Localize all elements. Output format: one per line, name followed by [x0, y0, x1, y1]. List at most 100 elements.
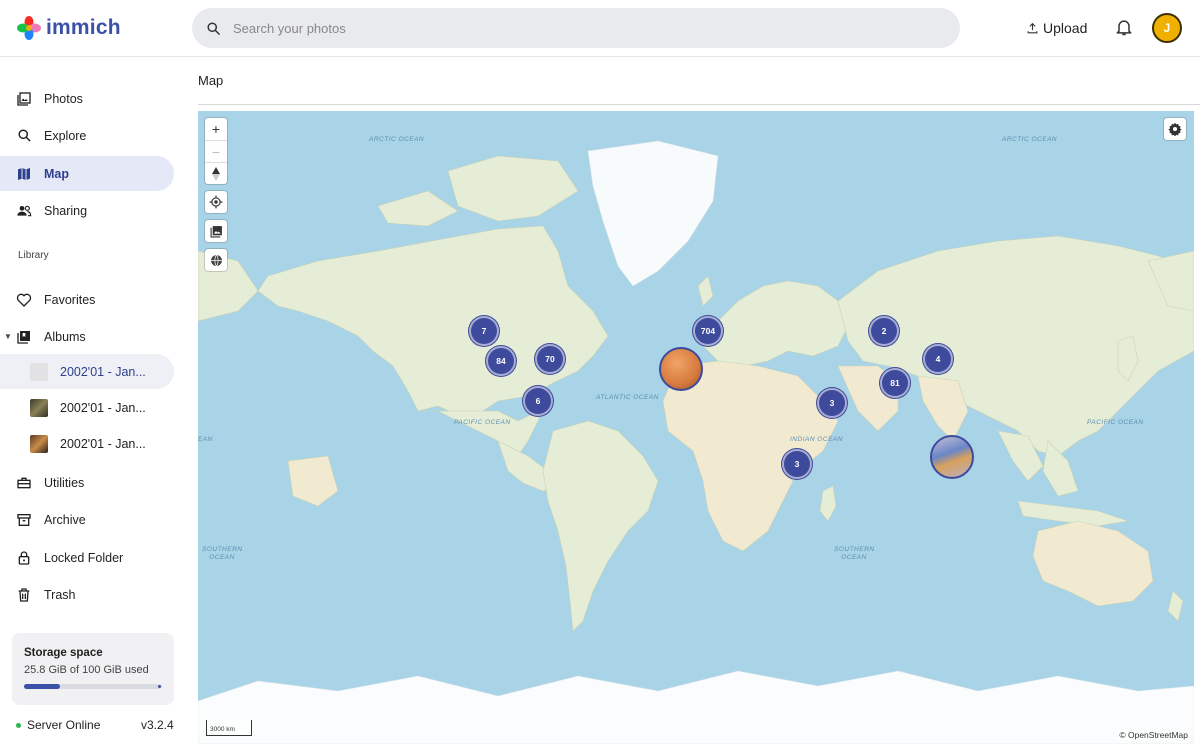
sidebar-item-archive[interactable]: Archive	[0, 502, 174, 537]
archive-icon	[16, 512, 32, 528]
photo-cluster[interactable]: 3	[782, 449, 812, 479]
library-section-label: Library	[18, 250, 49, 261]
trash-icon	[16, 587, 32, 603]
album-label: 2002'01 - Jan...	[60, 364, 146, 379]
search-icon	[16, 128, 32, 144]
storage-progress-bar	[24, 684, 162, 689]
globe-control	[205, 249, 227, 271]
sidebar-item-label: Archive	[44, 512, 86, 527]
ocean-label: SOUTHERN OCEAN	[834, 546, 875, 561]
location-icon	[209, 195, 223, 209]
photos-icon	[16, 91, 32, 107]
album-icon	[16, 329, 32, 345]
geolocate-control	[205, 191, 227, 213]
sidebar-item-label: Explore	[44, 128, 87, 143]
photo-cluster[interactable]: 4	[923, 344, 953, 374]
map-scale: 3000 km	[206, 720, 252, 736]
search-input[interactable]	[233, 20, 913, 36]
ocean-label: ARCTIC OCEAN	[1002, 136, 1058, 143]
photos-toggle-button[interactable]	[205, 220, 227, 242]
sidebar-item-map[interactable]: Map	[0, 156, 174, 191]
search-bar[interactable]	[192, 8, 960, 48]
page-title: Map	[198, 73, 224, 88]
photo-cluster[interactable]: 7	[469, 316, 499, 346]
globe-button[interactable]	[205, 249, 227, 271]
photo-cluster[interactable]: 704	[693, 316, 723, 346]
storage-panel: Storage space 25.8 GiB of 100 GiB used	[12, 633, 174, 705]
photo-marker[interactable]	[659, 347, 703, 391]
sidebar-item-photos[interactable]: Photos	[0, 81, 174, 116]
album-item[interactable]: 2002'01 - Jan...	[0, 354, 174, 389]
album-thumbnail	[30, 434, 48, 453]
album-thumbnail	[30, 398, 48, 417]
sidebar-item-explore[interactable]: Explore	[0, 118, 174, 153]
ocean-label: ARCTIC OCEAN	[369, 136, 425, 143]
photo-cluster[interactable]: 70	[535, 344, 565, 374]
ocean-label: PACIFIC OCEAN	[454, 419, 511, 426]
photo-cluster[interactable]: 84	[486, 346, 516, 376]
sidebar-item-albums[interactable]: ▼ Albums	[0, 319, 174, 354]
sidebar-item-label: Albums	[44, 329, 86, 344]
album-label: 2002'01 - Jan...	[60, 436, 146, 451]
toolbox-icon	[16, 475, 32, 491]
photo-cluster[interactable]: 3	[817, 388, 847, 418]
zoom-controls: + −	[205, 118, 227, 184]
album-item[interactable]: 2002'01 - Jan...	[0, 426, 174, 461]
sidebar-item-label: Trash	[44, 587, 76, 602]
album-label: 2002'01 - Jan...	[60, 400, 146, 415]
map-settings-button[interactable]	[1164, 118, 1186, 140]
user-avatar[interactable]: J	[1152, 13, 1182, 43]
sidebar: Photos Explore Map Sharing Library Favor…	[0, 57, 190, 750]
storage-progress-fill	[24, 684, 60, 689]
photo-marker[interactable]	[930, 435, 974, 479]
photo-cluster[interactable]: 2	[869, 316, 899, 346]
globe-icon	[210, 254, 222, 266]
map-tiles	[198, 140, 1194, 744]
photo-cluster[interactable]: 6	[523, 386, 553, 416]
app-name: immich	[46, 16, 121, 39]
sidebar-item-sharing[interactable]: Sharing	[0, 193, 174, 228]
sidebar-item-favorites[interactable]: Favorites	[0, 282, 174, 317]
status-dot-icon	[16, 722, 21, 728]
gear-icon	[1168, 122, 1182, 136]
lock-icon	[16, 550, 32, 566]
sidebar-item-utilities[interactable]: Utilities	[0, 465, 174, 500]
map-attribution[interactable]: © OpenStreetMap	[1117, 730, 1190, 740]
storage-usage: 25.8 GiB of 100 GiB used	[24, 664, 149, 676]
photo-cluster[interactable]: 81	[880, 368, 910, 398]
ocean-label: INDIAN OCEAN	[790, 436, 843, 443]
world-map[interactable]: ARCTIC OCEAN ARCTIC OCEAN ATLANTIC OCEAN…	[198, 111, 1194, 744]
server-status: Server Online	[16, 718, 100, 732]
chevron-down-icon[interactable]: ▼	[4, 332, 12, 341]
map-icon	[16, 166, 32, 182]
sidebar-item-trash[interactable]: Trash	[0, 577, 174, 612]
notifications-button[interactable]	[1114, 17, 1134, 42]
zoom-in-button[interactable]: +	[205, 118, 227, 140]
upload-label: Upload	[1043, 20, 1088, 36]
image-icon	[210, 225, 222, 237]
album-thumbnail	[30, 362, 48, 381]
title-divider	[198, 104, 1200, 105]
sidebar-item-locked-folder[interactable]: Locked Folder	[0, 540, 174, 575]
sidebar-item-label: Favorites	[44, 292, 96, 307]
sidebar-item-label: Photos	[44, 91, 83, 106]
geolocate-button[interactable]	[205, 191, 227, 213]
ocean-label: PACIFIC OCEAN	[1087, 419, 1144, 426]
photos-control	[205, 220, 227, 242]
storage-progress-end	[158, 685, 161, 688]
ocean-label: ATLANTIC OCEAN	[596, 394, 659, 401]
sidebar-item-label: Utilities	[44, 475, 85, 490]
people-icon	[16, 203, 32, 219]
search-icon	[207, 21, 220, 35]
ocean-label: SOUTHERN OCEAN	[202, 546, 243, 561]
ocean-label: EAN	[198, 436, 213, 443]
top-bar: immich Upload J	[0, 0, 1200, 57]
version-label[interactable]: v3.2.4	[141, 718, 174, 732]
upload-button[interactable]: Upload	[1026, 14, 1087, 42]
server-status-label: Server Online	[27, 718, 101, 732]
upload-icon	[1027, 22, 1038, 33]
zoom-out-button[interactable]: −	[205, 140, 227, 162]
reset-north-button[interactable]	[205, 162, 227, 184]
album-item[interactable]: 2002'01 - Jan...	[0, 390, 174, 425]
app-logo[interactable]: immich	[16, 15, 121, 41]
